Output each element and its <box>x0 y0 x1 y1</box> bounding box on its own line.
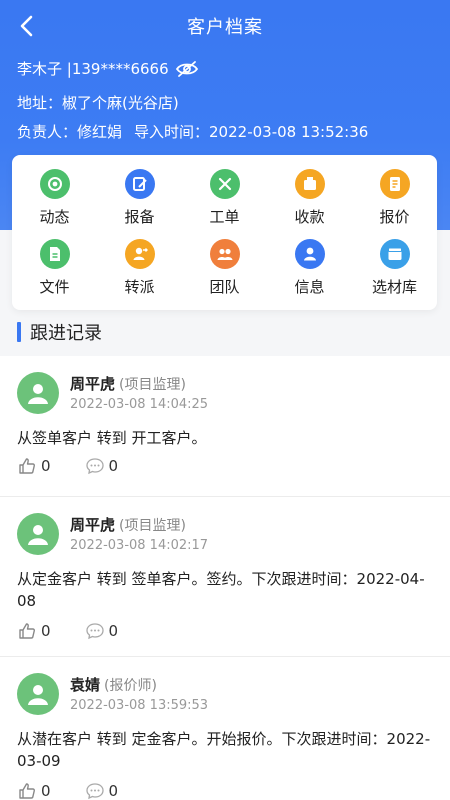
section-title: 跟进记录 <box>30 323 102 344</box>
file-icon <box>39 239 70 269</box>
top-bar: 客户档案 <box>0 0 450 52</box>
comment-count: 0 <box>108 457 119 475</box>
menu-item-1[interactable]: 动态 <box>12 169 97 239</box>
entry-content: 从签单客户 转到 开工客户。 <box>17 429 207 447</box>
wallet-icon <box>294 169 325 199</box>
owner-line: 负责人：修红娟 导入时间：2022-03-08 13:52:36 <box>17 121 368 142</box>
thumbs-up-icon <box>19 783 35 799</box>
comment-count: 0 <box>108 782 119 800</box>
menu-label: 团队 <box>209 278 240 296</box>
materials-box-icon <box>379 239 410 269</box>
entry-content: 从潜在客户 转到 定金客户。开始报价。下次跟进时间：2022-03-09 <box>17 730 431 770</box>
thumbs-up-icon <box>19 623 35 639</box>
comment-count: 0 <box>108 622 119 640</box>
author-role: (项目监理) <box>119 377 186 393</box>
menu-item-6[interactable]: 文件 <box>12 239 97 309</box>
menu-item-9[interactable]: 信息 <box>267 239 352 309</box>
page-title: 客户档案 <box>187 17 263 38</box>
menu-label: 文件 <box>39 278 70 296</box>
menu-label: 信息 <box>294 278 325 296</box>
menu-item-4[interactable]: 收款 <box>267 169 352 239</box>
team-icon <box>209 239 240 269</box>
comment-bubble-icon <box>85 783 104 800</box>
menu-label: 选材库 <box>371 278 417 296</box>
author-role: (项目监理) <box>119 518 186 534</box>
tools-icon <box>209 169 240 199</box>
customer-name-phone: 李木子 |139****6666 <box>17 60 169 78</box>
follow-up-list: 周平虎 (项目监理) 2022-03-08 14:04:25 从签单客户 转到 开工客… <box>0 356 450 800</box>
avatar <box>17 372 59 414</box>
avatar <box>17 673 59 715</box>
owner: 负责人：修红娟 <box>17 123 123 141</box>
transfer-user-icon <box>124 239 155 269</box>
menu-label: 工单 <box>209 208 240 226</box>
edit-document-icon <box>124 169 155 199</box>
like-count: 0 <box>41 782 51 800</box>
menu-label: 动态 <box>39 208 70 226</box>
entry-content: 从定金客户 转到 签单客户。签约。下次跟进时间：2022-04-08 <box>17 570 425 610</box>
section-accent-bar <box>17 322 21 342</box>
menu-item-5[interactable]: 报价 <box>352 169 437 239</box>
customer-line: 李木子 |139****6666 <box>17 58 199 79</box>
quote-document-icon <box>379 169 410 199</box>
like-count: 0 <box>41 622 51 640</box>
entry-actions: 00 <box>17 781 118 800</box>
like-button[interactable]: 0 <box>17 781 51 800</box>
menu-item-10[interactable]: 选材库 <box>352 239 437 309</box>
like-button[interactable]: 0 <box>17 456 51 476</box>
user-info-icon <box>294 239 325 269</box>
entry-actions: 00 <box>17 456 118 476</box>
target-icon <box>39 169 70 199</box>
eye-hidden-icon[interactable] <box>175 60 199 78</box>
customer-address: 地址：椒了个麻(光谷店) <box>17 94 179 112</box>
menu-label: 报备 <box>124 208 155 226</box>
author-name: 周平虎 <box>70 516 116 534</box>
entry-timestamp: 2022-03-08 13:59:53 <box>70 698 209 713</box>
comment-bubble-icon <box>85 458 104 475</box>
follow-up-entry: 周平虎 (项目监理) 2022-03-08 14:02:17 从定金客户 转到 签单客… <box>0 496 450 656</box>
menu-label: 收款 <box>294 208 325 226</box>
author-name: 袁婧 <box>70 676 101 694</box>
author-name: 周平虎 <box>70 375 116 393</box>
menu-item-7[interactable]: 转派 <box>97 239 182 309</box>
like-count: 0 <box>41 457 51 475</box>
comment-bubble-icon <box>85 623 104 640</box>
entry-actions: 00 <box>17 621 118 641</box>
entry-timestamp: 2022-03-08 14:02:17 <box>70 538 209 553</box>
follow-up-entry: 周平虎 (项目监理) 2022-03-08 14:04:25 从签单客户 转到 开工客… <box>0 356 450 496</box>
author-line: 袁婧 (报价师) <box>70 674 157 695</box>
author-line: 周平虎 (项目监理) <box>70 373 186 394</box>
function-menu-card: 动态 报备 工单 收款 报价文件 转派 团队 信息 选材库 <box>12 155 437 310</box>
menu-label: 报价 <box>379 208 410 226</box>
back-arrow-icon[interactable] <box>14 12 42 40</box>
author-role: (报价师) <box>104 678 157 694</box>
menu-label: 转派 <box>124 278 155 296</box>
function-menu-grid: 动态 报备 工单 收款 报价文件 转派 团队 信息 选材库 <box>12 155 437 309</box>
like-button[interactable]: 0 <box>17 621 51 641</box>
author-line: 周平虎 (项目监理) <box>70 514 186 535</box>
avatar <box>17 513 59 555</box>
menu-item-2[interactable]: 报备 <box>97 169 182 239</box>
comment-button[interactable]: 0 <box>85 781 119 800</box>
menu-item-3[interactable]: 工单 <box>182 169 267 239</box>
menu-item-8[interactable]: 团队 <box>182 239 267 309</box>
import-time: 导入时间：2022-03-08 13:52:36 <box>134 123 369 141</box>
thumbs-up-icon <box>19 458 35 474</box>
entry-timestamp: 2022-03-08 14:04:25 <box>70 397 209 412</box>
section-header: 跟进记录 <box>17 320 102 344</box>
follow-up-entry: 袁婧 (报价师) 2022-03-08 13:59:53 从潜在客户 转到 定金客户。… <box>0 656 450 800</box>
comment-button[interactable]: 0 <box>85 621 119 641</box>
comment-button[interactable]: 0 <box>85 456 119 476</box>
